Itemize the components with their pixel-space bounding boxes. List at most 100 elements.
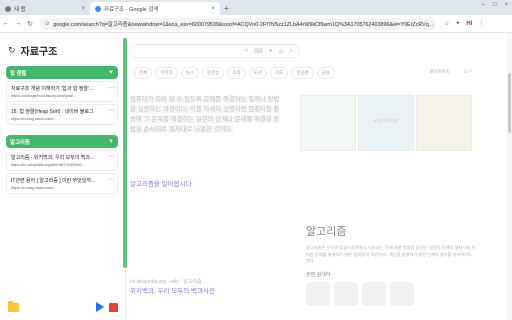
link-title: 알고리즘 - 위키백과, 우리 모두의 백과...: [11, 155, 95, 161]
folder-icon[interactable]: [8, 300, 19, 312]
image-caption: algorithm: [373, 118, 399, 124]
filter-chip[interactable]: 이미지: [155, 67, 178, 79]
mic-icon[interactable]: ●: [269, 48, 273, 54]
featured-snippet: 컴퓨터가 따라 할 수 있도록 문제를 해결하는 절차나 방법을 설명하는 과정…: [130, 95, 280, 135]
related-thumb[interactable]: [390, 281, 414, 306]
kp-related-row: [306, 281, 476, 306]
link-title: 18. 힙 정렬(Heap Sort) : 네이버 블로그: [11, 109, 94, 115]
back-icon[interactable]: ←: [0, 20, 12, 27]
tab-bar: 새 탭 × 자료구조 - Google 검색 × + – □ ×: [0, 0, 512, 15]
panel-header: ↻ 자료구조: [8, 43, 57, 58]
link-title: 자료구조 개념 이해하기 '힙과 힙 정렬'...: [11, 86, 94, 92]
algorithm-image[interactable]: algorithm: [358, 95, 414, 151]
filter-chip[interactable]: 뉴스: [180, 67, 199, 79]
close-icon[interactable]: ×: [211, 6, 215, 12]
tools-row: 세이프서치 도구: [429, 69, 472, 75]
related-thumb[interactable]: [306, 281, 330, 306]
panel-resize-handle[interactable]: [123, 38, 127, 268]
more-icon[interactable]: ⋯: [108, 153, 114, 160]
section-header[interactable]: 알고리즘 ▼: [6, 135, 118, 148]
address-bar[interactable]: ⊙ google.com/search?q=알고리즘&newwindow=1&s…: [40, 17, 436, 30]
filter-chip[interactable]: 전체: [134, 67, 153, 79]
result-source: ko.wikipedia.org › wiki › 알고리즘: [130, 279, 202, 285]
flowchart-image[interactable]: [300, 95, 356, 151]
more-icon[interactable]: ⋯: [108, 107, 114, 114]
more-link[interactable]: 알고리즘을 알아봅시다: [130, 178, 192, 188]
panel-footer: [0, 294, 126, 320]
link-url: https://codingschool.tistory.com/post/..…: [11, 94, 77, 98]
snippet-images: algorithm: [300, 95, 472, 151]
diagram-image[interactable]: [416, 95, 472, 151]
filter-chip[interactable]: 금융: [316, 67, 335, 79]
filter-chip[interactable]: 항공편: [291, 67, 314, 79]
stop-icon[interactable]: [109, 302, 118, 312]
filter-chip[interactable]: 지도: [269, 67, 289, 79]
window-controls: – □ ×: [482, 2, 508, 8]
link-url: https://m.blog.naver.com/...: [11, 186, 57, 190]
tab-label: 자료구조 - Google 검색: [104, 6, 159, 13]
filter-chips: 전체 이미지 뉴스 동영상 쇼핑 도서 지도 항공편 금융: [134, 67, 335, 79]
related-thumb[interactable]: [334, 281, 358, 306]
new-tab-button[interactable]: +: [220, 2, 233, 15]
section-algorithm: 알고리즘 ▼ 알고리즘 - 위키백과, 우리 모두의 백과... https:/…: [6, 135, 118, 194]
close-icon[interactable]: ×: [81, 6, 85, 12]
section-header[interactable]: 힙 정렬 ▼: [6, 66, 118, 79]
scrollbar[interactable]: [507, 33, 512, 320]
panel-title: 자료구조: [20, 47, 58, 58]
address-text: google.com/search?q=알고리즘&newwindow=1&sca…: [53, 21, 434, 28]
tab-label: 새 탭: [14, 6, 26, 13]
saved-link-card[interactable]: 자료구조 개념 이해하기 '힙과 힙 정렬'... https://coding…: [6, 81, 118, 102]
related-thumb[interactable]: [362, 281, 386, 306]
chevron-down-icon[interactable]: ▼: [108, 70, 114, 76]
star-icon[interactable]: ☆: [444, 20, 449, 27]
refresh-icon[interactable]: ↻: [8, 45, 16, 56]
more-icon[interactable]: ⋯: [108, 84, 114, 91]
minimize-icon[interactable]: –: [482, 2, 485, 8]
tab-google[interactable]: 자료구조 - Google 검색 ×: [90, 2, 220, 15]
result-title: 위키백과, 우리 모두의 백과사전: [130, 288, 215, 295]
forward-icon[interactable]: →: [12, 20, 24, 27]
chrome-icon: [5, 5, 11, 12]
filter-chip[interactable]: 도서: [248, 67, 267, 79]
more-icon[interactable]: ⋯: [108, 176, 114, 183]
saved-link-card[interactable]: IT관련 용어 [ 알고리즘 ] 이란 무엇일까... https://m.bl…: [6, 173, 118, 194]
knowledge-panel: 알고리즘 알고리즘은 수학과 컴퓨터과학에서 사용되는, 문제 해결 방법을 정…: [306, 223, 476, 306]
result-wiki[interactable]: ko.wikipedia.org › wiki › 알고리즘 위키백과, 우리 …: [130, 278, 215, 295]
filter-chip[interactable]: 동영상: [201, 67, 225, 79]
tools-button[interactable]: 도구: [464, 69, 472, 75]
reload-icon[interactable]: ↻: [24, 20, 36, 28]
saved-link-card[interactable]: 알고리즘 - 위키백과, 우리 모두의 백과... https://ko.wik…: [6, 150, 118, 171]
saved-link-card[interactable]: 18. 힙 정렬(Heap Sort) : 네이버 블로그 https://m.…: [6, 104, 118, 125]
kp-related-label: 관련 검색어: [306, 271, 331, 278]
search-icon[interactable]: ⌕: [290, 48, 293, 55]
more-link-text: 알고리즘을 알아봅시다: [130, 181, 192, 188]
play-icon[interactable]: [96, 302, 104, 312]
link-url: https://m.blog.naver.com/...: [11, 117, 57, 121]
chevron-down-icon[interactable]: ▼: [108, 139, 114, 145]
link-url: https://ko.wikipedia.org/wiki/%EC%95%8C.…: [11, 163, 86, 167]
site-info-icon[interactable]: ⊙: [45, 21, 49, 27]
clear-icon[interactable]: ×: [245, 48, 249, 54]
close-window-icon[interactable]: ×: [504, 2, 508, 8]
google-results: × ⌨ ● ◎ ⌕ 전체 이미지 뉴스 동영상 쇼핑 도서 지도 항공편 금융 세이프서치 도구…: [120, 33, 512, 320]
extensions-icon[interactable]: ✦: [455, 20, 460, 27]
kp-title: 알고리즘: [306, 226, 347, 238]
profile-badge[interactable]: Hi: [466, 21, 472, 27]
link-title: IT관련 용어 [ 알고리즘 ] 이란 무엇일까...: [11, 178, 96, 184]
scrollbar-thumb[interactable]: [508, 73, 511, 133]
maximize-icon[interactable]: □: [493, 2, 497, 8]
snippet-text: 컴퓨터가 따라 할 수 있도록 문제를 해결하는 절차나 방법을 설명하는 과정…: [130, 96, 280, 133]
keyboard-icon[interactable]: ⌨: [254, 48, 263, 55]
kp-description: 알고리즘은 수학과 컴퓨터과학에서 사용되는, 문제 해결 방법을 정의한 '일…: [306, 245, 476, 263]
tab-new[interactable]: 새 탭 ×: [0, 2, 90, 15]
menu-icon[interactable]: ⋮: [478, 20, 484, 27]
camera-icon[interactable]: ◎: [278, 48, 283, 55]
browser-toolbar: ← → ↻ ⊙ google.com/search?q=알고리즘&newwind…: [0, 15, 512, 33]
filter-chip[interactable]: 쇼핑: [227, 67, 246, 79]
section-label: 힙 정렬: [10, 70, 27, 77]
safesearch-button[interactable]: 세이프서치: [429, 69, 450, 75]
section-label: 알고리즘: [10, 139, 30, 146]
search-input[interactable]: × ⌨ ● ◎ ⌕: [130, 44, 300, 58]
section-heap-sort: 힙 정렬 ▼ 자료구조 개념 이해하기 '힙과 힙 정렬'... https:/…: [6, 66, 118, 125]
page-content: × ⌨ ● ◎ ⌕ 전체 이미지 뉴스 동영상 쇼핑 도서 지도 항공편 금융 세이프서치 도구…: [0, 33, 512, 320]
